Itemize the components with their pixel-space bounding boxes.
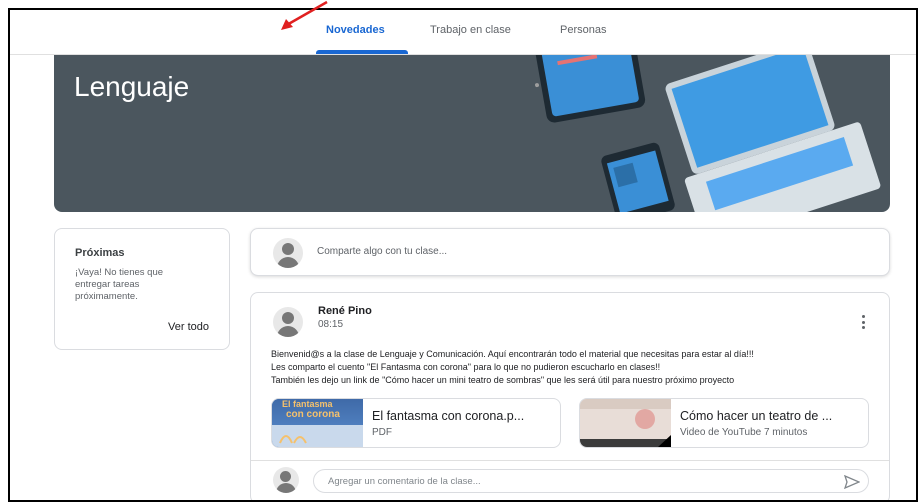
post-body-line: También les dejo un link de "Cómo hacer …: [271, 375, 735, 385]
view-all-link[interactable]: Ver todo: [168, 321, 209, 333]
post-time: 08:15: [318, 319, 344, 330]
comment-placeholder[interactable]: Agregar un comentario de la clase...: [328, 476, 481, 487]
post-body-line: Les comparto el cuento "El Fantasma con …: [271, 362, 661, 372]
top-navigation: Novedades Trabajo en clase Personas: [10, 10, 916, 55]
attachment-pdf[interactable]: El fantasma con corona El fantasma con c…: [271, 398, 561, 448]
video-thumbnail: [580, 399, 671, 447]
tab-trabajo-en-clase[interactable]: Trabajo en clase: [430, 24, 511, 36]
share-box[interactable]: Comparte algo con tu clase...: [250, 228, 890, 276]
attachment-title: Cómo hacer un teatro de ...: [680, 409, 833, 423]
share-placeholder[interactable]: Comparte algo con tu clase...: [317, 246, 447, 257]
attachment-title: El fantasma con corona.p...: [372, 409, 525, 423]
attachment-subtitle: Video de YouTube 7 minutos: [680, 427, 808, 438]
post-author: René Pino: [318, 305, 372, 317]
banner-illustration: [535, 55, 881, 212]
annotation-arrow-icon: [281, 0, 328, 30]
comment-input[interactable]: Agregar un comentario de la clase...: [313, 469, 869, 493]
commenter-avatar: [273, 467, 299, 493]
pdf-thumb-art: [272, 425, 363, 447]
class-banner: Lenguaje: [54, 55, 890, 212]
attachment-video[interactable]: Cómo hacer un teatro de ... Video de You…: [579, 398, 869, 448]
avatar: [273, 238, 303, 268]
send-icon[interactable]: [844, 475, 860, 489]
video-thumb-art: [580, 399, 671, 447]
post-body: Bienvenid@s a la clase de Lenguaje y Com…: [271, 348, 871, 387]
classroom-window: Novedades Trabajo en clase Personas Leng…: [8, 8, 918, 502]
pdf-thumbnail: El fantasma con corona: [272, 399, 363, 447]
author-avatar: [273, 307, 303, 337]
comment-divider: [251, 460, 889, 461]
tab-personas[interactable]: Personas: [560, 24, 606, 36]
upcoming-card: Próximas ¡Vaya! No tienes que entregar t…: [54, 228, 230, 350]
attachment-subtitle: PDF: [372, 427, 392, 438]
post-body-line: Bienvenid@s a la clase de Lenguaje y Com…: [271, 349, 754, 359]
announcement-card: René Pino 08:15 Bienvenid@s a la clase d…: [250, 292, 890, 500]
more-options-icon[interactable]: [862, 315, 865, 329]
active-tab-indicator: [316, 50, 408, 54]
upcoming-empty-text: ¡Vaya! No tienes que entregar tareas pró…: [75, 267, 164, 302]
upcoming-title: Próximas: [75, 247, 125, 259]
